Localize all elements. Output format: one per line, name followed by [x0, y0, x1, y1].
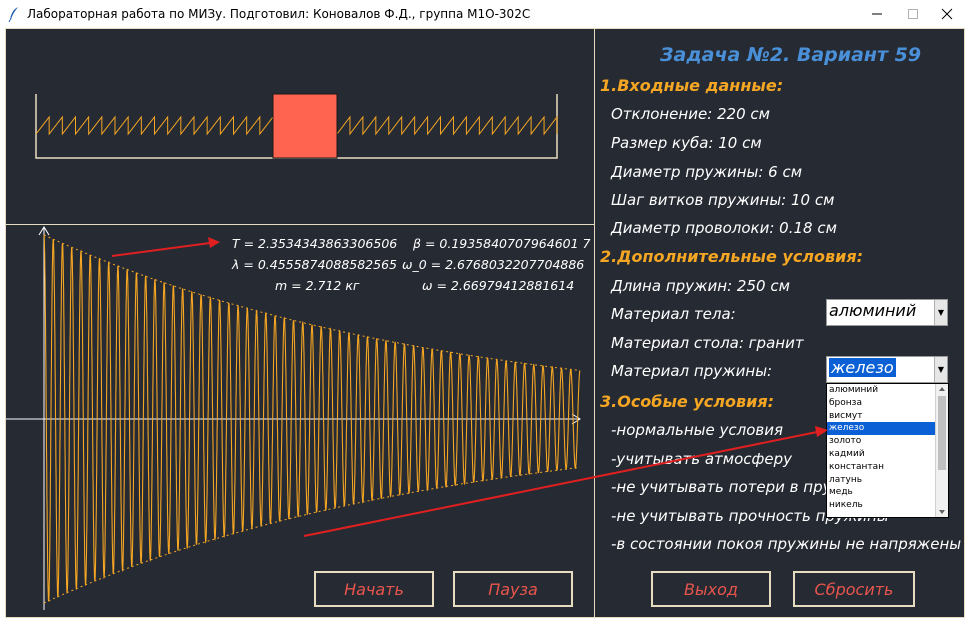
annotation-arrow-line	[303, 431, 818, 537]
exit-button[interactable]: Выход	[651, 571, 771, 607]
reset-button[interactable]: Сбросить	[793, 571, 915, 607]
dropdown-annotation	[303, 426, 828, 537]
annotation-arrow-head	[815, 426, 828, 437]
